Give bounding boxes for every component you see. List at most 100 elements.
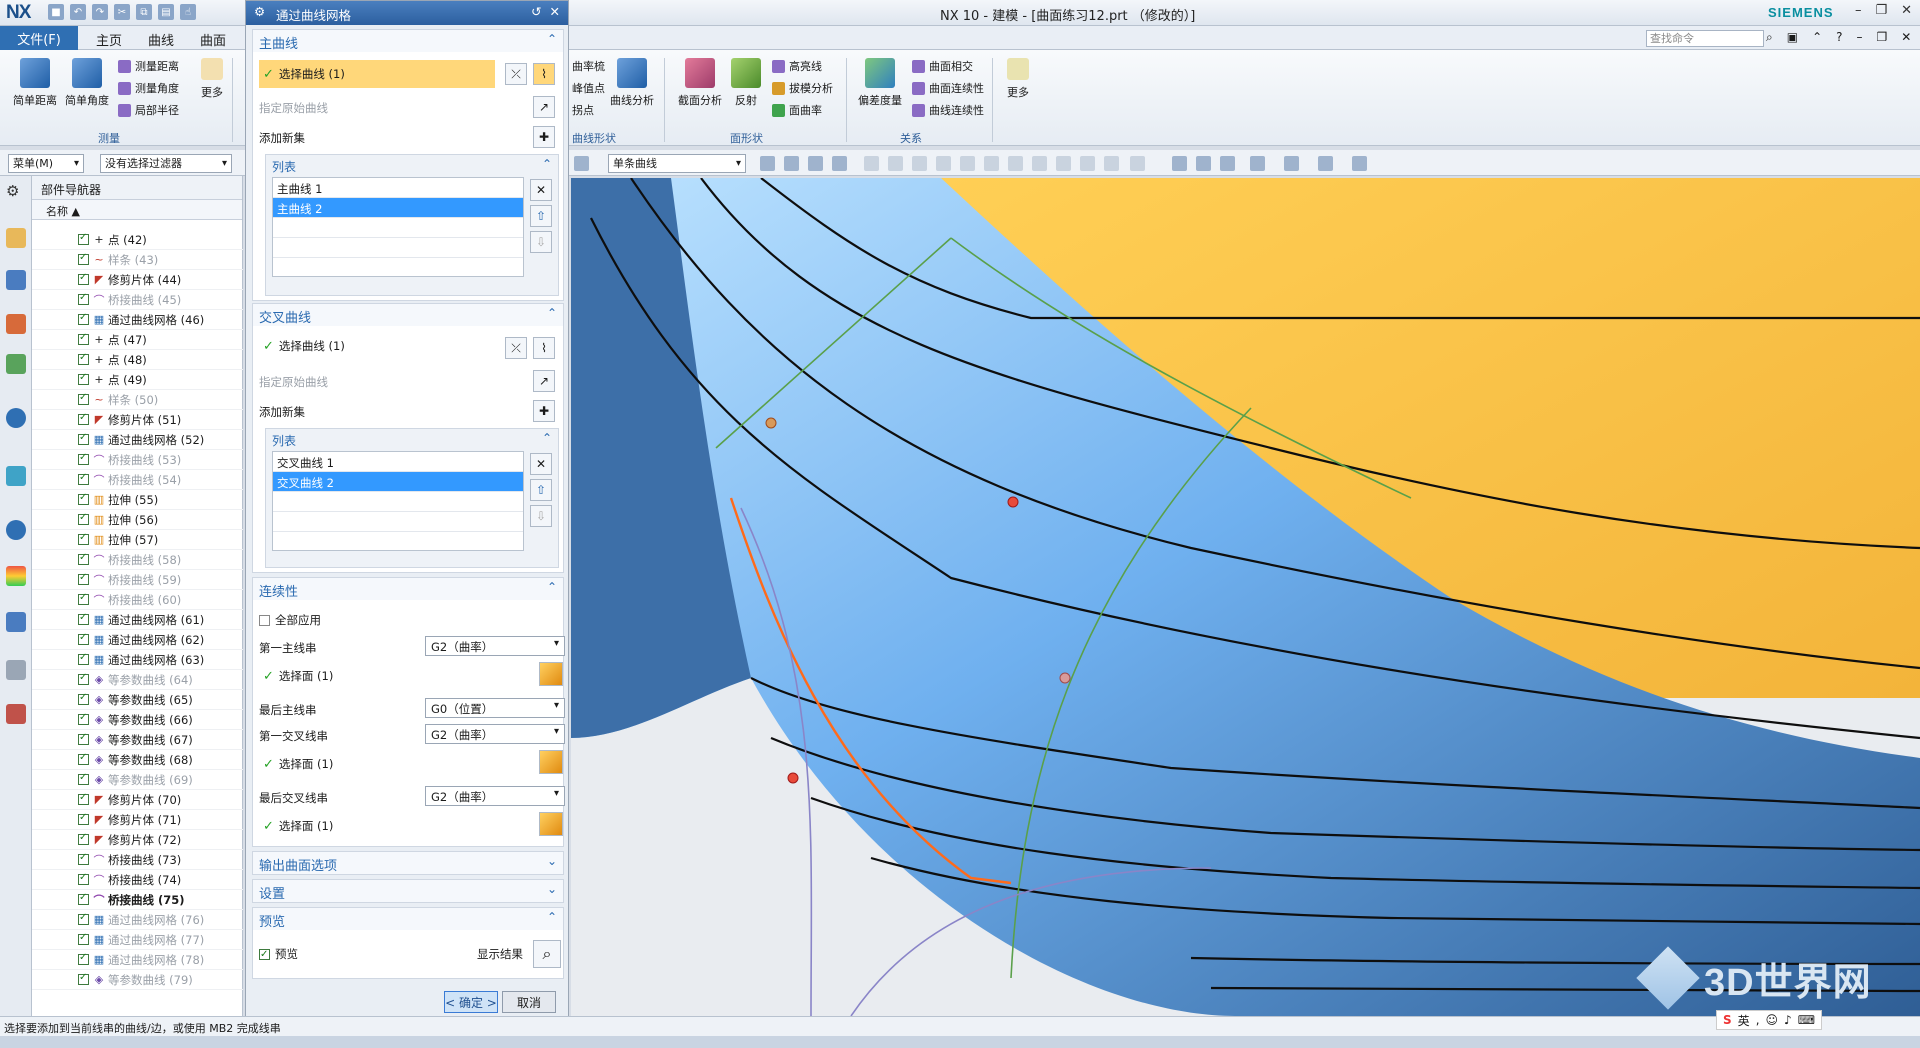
- move-down-icon[interactable]: ⇩: [530, 231, 552, 253]
- snap-endpoint-icon[interactable]: [864, 156, 879, 171]
- display-edit-icon[interactable]: [1318, 156, 1333, 171]
- ime-language[interactable]: 英: [1738, 1012, 1750, 1029]
- visibility-checkbox[interactable]: [78, 672, 89, 685]
- visibility-checkbox[interactable]: [78, 972, 89, 985]
- visibility-checkbox[interactable]: [78, 612, 89, 625]
- move-up-icon[interactable]: ⇧: [530, 479, 552, 501]
- navigator-row[interactable]: ⌒桥接曲线 (53): [32, 450, 243, 470]
- visibility-checkbox[interactable]: [78, 412, 89, 425]
- navigator-row[interactable]: ~ 样条 (43): [32, 250, 243, 270]
- deviation-button[interactable]: 偏差度量: [856, 58, 904, 108]
- tab-file[interactable]: 文件(F): [0, 26, 78, 50]
- visibility-checkbox[interactable]: [78, 592, 89, 605]
- save-icon[interactable]: ■: [48, 4, 64, 20]
- sogou-icon[interactable]: S: [1723, 1013, 1732, 1027]
- snap-intersection-icon[interactable]: [936, 156, 951, 171]
- snap-center-icon[interactable]: [960, 156, 975, 171]
- keyboard-icon[interactable]: ⌨: [1798, 1013, 1815, 1027]
- face-intersect-button[interactable]: 曲面相交: [912, 58, 973, 74]
- orient-view-icon[interactable]: [1250, 156, 1265, 171]
- web-browser-icon[interactable]: [6, 408, 26, 428]
- select-face-2[interactable]: ✓ 选择面 (1): [259, 756, 333, 772]
- visibility-checkbox[interactable]: [78, 472, 89, 485]
- navigator-row[interactable]: ◤ 修剪片体 (44): [32, 270, 243, 290]
- reset-icon[interactable]: ↺: [531, 4, 541, 19]
- gear-icon[interactable]: ⚙: [6, 182, 26, 202]
- face-select-icon[interactable]: [539, 812, 563, 836]
- section-header-output[interactable]: 输出曲面选项 ⌄: [253, 852, 563, 874]
- expand-icon[interactable]: ⌄: [547, 854, 557, 868]
- list-row-selected[interactable]: 主曲线 2: [273, 198, 523, 218]
- first-primary-dropdown[interactable]: G2（曲率）: [425, 636, 565, 656]
- draft-analysis-button[interactable]: 拔模分析: [772, 80, 833, 96]
- snap-grid-icon[interactable]: [1130, 156, 1145, 171]
- history-icon[interactable]: [6, 466, 26, 486]
- close-icon[interactable]: ✕: [1901, 3, 1912, 18]
- select-face-3[interactable]: ✓ 选择面 (1): [259, 818, 333, 834]
- face-selection-icon[interactable]: [574, 156, 589, 171]
- last-primary-dropdown[interactable]: G0（位置）: [425, 698, 565, 718]
- more-relation-button[interactable]: 更多: [1002, 58, 1034, 100]
- punctuation-icon[interactable]: ‚: [1756, 1013, 1760, 1027]
- visibility-checkbox[interactable]: [78, 772, 89, 785]
- output-options-section[interactable]: 输出曲面选项 ⌄: [252, 851, 564, 875]
- snap-pole-icon[interactable]: [1104, 156, 1119, 171]
- collapse-icon[interactable]: ⌃: [547, 910, 557, 924]
- navigator-row[interactable]: ⌒桥接曲线 (74): [32, 870, 243, 890]
- peak-point-button[interactable]: 峰值点: [572, 80, 605, 96]
- cut-icon[interactable]: ✂: [114, 4, 130, 20]
- tab-curve[interactable]: 曲线: [148, 30, 174, 49]
- navigator-row[interactable]: ▥拉伸 (55): [32, 490, 243, 510]
- point-marker[interactable]: [1059, 672, 1071, 684]
- navigator-row[interactable]: ◤ 修剪片体 (51): [32, 410, 243, 430]
- navigator-row[interactable]: ◈ 等参数曲线 (67): [32, 730, 243, 750]
- clock-icon[interactable]: [6, 520, 26, 540]
- more-measure-button[interactable]: 更多: [196, 58, 228, 100]
- curve-continuity-button[interactable]: 曲线连续性: [912, 102, 984, 118]
- navigator-row[interactable]: ▦通过曲线网格 (61): [32, 610, 243, 630]
- visibility-checkbox[interactable]: [78, 692, 89, 705]
- navigator-row[interactable]: ⌒桥接曲线 (59): [32, 570, 243, 590]
- preview-checkbox[interactable]: ✓ 预览: [259, 946, 298, 962]
- point-marker[interactable]: [787, 772, 799, 784]
- minimize-icon[interactable]: –: [1855, 3, 1862, 18]
- magnifier-icon[interactable]: ⌕: [533, 940, 561, 968]
- role-icon[interactable]: [6, 704, 26, 724]
- navigator-row[interactable]: ⌒桥接曲线 (73): [32, 850, 243, 870]
- ok-button[interactable]: < 确定 >: [444, 991, 498, 1013]
- selection-filter-dropdown[interactable]: 没有选择过滤器: [100, 154, 232, 173]
- visibility-checkbox[interactable]: [78, 332, 89, 345]
- navigator-row[interactable]: ◈ 等参数曲线 (64): [32, 670, 243, 690]
- visibility-checkbox[interactable]: [78, 732, 89, 745]
- apply-all-checkbox[interactable]: 全部应用: [259, 612, 321, 628]
- undo-icon[interactable]: ↶: [70, 4, 86, 20]
- navigator-row[interactable]: ▦通过曲线网格 (63): [32, 650, 243, 670]
- visibility-checkbox[interactable]: [78, 552, 89, 565]
- section-header-preview[interactable]: 预览 ⌃: [253, 908, 563, 930]
- first-cross-dropdown[interactable]: G2（曲率）: [425, 724, 565, 744]
- visibility-checkbox[interactable]: [78, 312, 89, 325]
- collapse-icon[interactable]: ⌃: [547, 32, 557, 46]
- navigator-row[interactable]: ◈ 等参数曲线 (79): [32, 970, 243, 990]
- list-header[interactable]: 列表 ⌃: [266, 155, 558, 177]
- column-header-name[interactable]: 名称 ▲: [32, 200, 242, 220]
- section-header-settings[interactable]: 设置 ⌄: [253, 880, 563, 902]
- simple-angle-button[interactable]: 简单角度: [62, 58, 112, 108]
- help-icon[interactable]: ?: [1836, 30, 1842, 45]
- add-new-set-button[interactable]: ✚: [533, 126, 555, 148]
- origin-curve-icon[interactable]: ↗: [533, 96, 555, 118]
- restore-icon[interactable]: ❐: [1875, 3, 1887, 18]
- checkbox[interactable]: [259, 614, 270, 626]
- curve-analysis-button[interactable]: 曲线分析: [608, 58, 656, 108]
- section-header-primary[interactable]: 主曲线 ⌃: [253, 30, 563, 52]
- visibility-checkbox[interactable]: [78, 892, 89, 905]
- origin-curve-icon[interactable]: ↗: [533, 370, 555, 392]
- fit-icon[interactable]: [1172, 156, 1187, 171]
- visibility-checkbox[interactable]: [78, 792, 89, 805]
- paste-icon[interactable]: ▤: [158, 4, 174, 20]
- part-navigator-icon[interactable]: [6, 314, 26, 334]
- manufacturing-wizard-icon[interactable]: [6, 660, 26, 680]
- close-icon[interactable]: ✕: [550, 4, 560, 19]
- expand-icon[interactable]: ⌄: [547, 882, 557, 896]
- face-select-icon[interactable]: [539, 662, 563, 686]
